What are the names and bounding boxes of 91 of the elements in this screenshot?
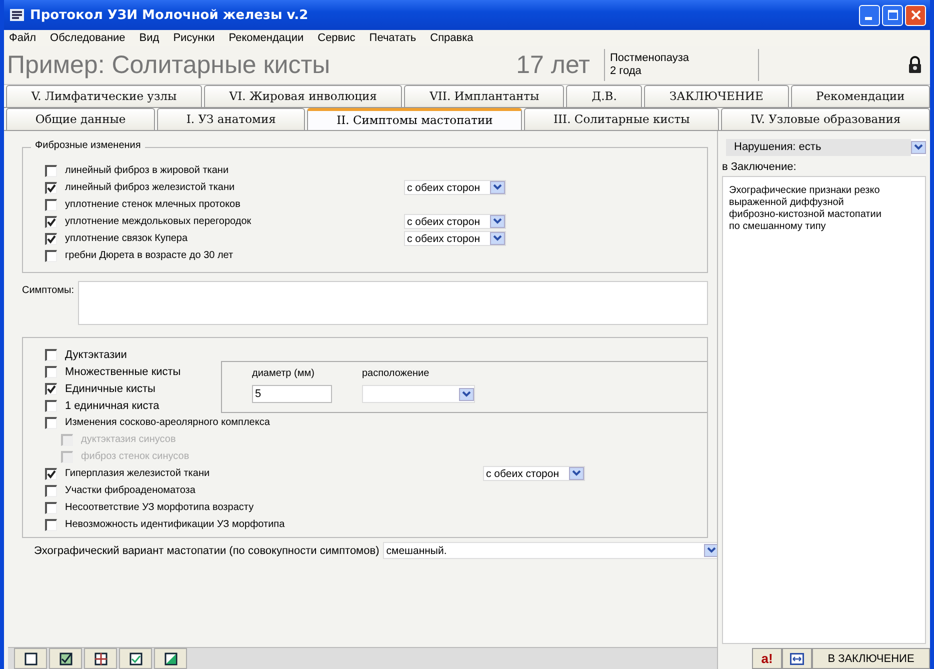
menu-item[interactable]: Файл [6,32,48,44]
window-title: Протокол УЗИ Молочной железы v.2 [30,8,310,22]
checkbox-label[interactable]: Гиперплазия железистой ткани [65,468,385,479]
window-icon [10,9,24,21]
checkbox[interactable] [45,382,57,394]
tab[interactable]: V. Лимфатические узлы [6,85,202,107]
menopause-status: Постменопауза [610,52,690,65]
caret-icon[interactable] [704,544,719,557]
maximize-button[interactable] [882,4,903,26]
symptoms-label: Симптомы: [22,284,75,298]
checked-box-icon[interactable] [119,648,152,669]
checkbox-label[interactable]: Изменения сосково-ареолярного комплекса [65,417,385,428]
checkbox[interactable] [45,348,57,360]
checkbox[interactable] [45,468,57,480]
conclusion-field[interactable]: Эхографические признаки резко выраженной диффузной фиброзно-кистозной мастопатии по смешанному типу [722,176,926,644]
grid-icon[interactable] [84,648,117,669]
tab[interactable]: Д.В. [566,85,642,107]
close-icon [910,10,920,20]
checkbox-label[interactable]: Участки фиброаденоматоза [65,485,385,496]
checkbox[interactable] [45,484,57,496]
checkbox-label[interactable]: Дуктэктазии [65,348,127,360]
minimize-button[interactable] [859,4,880,26]
mark-button[interactable]: a! [752,648,782,669]
menu-item[interactable]: Рисунки [170,32,226,44]
diameter-field[interactable]: 5 [252,385,332,403]
checkbox-label[interactable]: линейный фиброз в жировой ткани [65,165,385,176]
checkbox[interactable] [45,416,57,428]
checkbox[interactable] [45,502,57,514]
menu-item[interactable]: Справка [427,32,484,44]
checkbox-label[interactable]: линейный фиброз железистой ткани [65,182,385,193]
group-legend: Фиброзные изменения [31,140,145,151]
menu-item[interactable]: Обследование [47,32,136,44]
checkbox[interactable] [45,400,57,412]
tab[interactable]: I. УЗ анатомия [157,108,306,130]
checkbox-label[interactable]: уплотнение стенок млечных протоков [65,199,385,210]
caret-icon[interactable] [569,467,584,480]
tab[interactable]: ЗАКЛЮЧЕНИЕ [644,85,789,107]
checkbox[interactable] [45,198,57,210]
apply-button[interactable]: В ЗАКЛЮЧЕНИЕ [812,648,930,669]
lock-icon[interactable] [908,56,922,74]
checkbox-label[interactable]: уплотнение междольковых перегородок [65,216,385,227]
menu-item[interactable]: Сервис [314,32,366,44]
checkbox-label[interactable]: Невозможность идентификации УЗ морфотипа [65,519,385,530]
checkbox[interactable] [45,518,57,530]
checkbox-label[interactable]: Несоответствие УЗ морфотипа возрасту [65,502,385,513]
half-filled-box-icon[interactable] [154,648,187,669]
variant-dropdown[interactable]: смешанный. [383,542,720,559]
checkbox[interactable] [45,164,57,176]
menu-item[interactable]: Рекомендации [226,32,315,44]
diameter-label: диаметр (мм) [252,368,316,379]
tab[interactable]: III. Солитарные кисты [524,108,720,130]
tab[interactable]: IV. Узловые образования [721,108,930,130]
variant-label: Эхографический вариант мастопатии (по совокупности симптомов) [34,544,380,556]
checkbox[interactable] [45,182,57,194]
tab[interactable]: VII. Имплантанты [404,85,564,107]
checkbox-label[interactable]: Множественные кисты [65,366,181,378]
patient-age: 17 лет [515,50,591,80]
side-dropdown[interactable]: с обеих сторон [404,231,506,246]
maximize-icon [888,10,898,20]
patient-name: Пример: Солитарные кисты [6,50,332,80]
checkbox[interactable] [45,232,57,244]
caret-icon[interactable] [911,141,926,154]
conclusion-label: в Заключение: [722,161,798,173]
tab[interactable]: II. Симптомы мастопатии [307,108,522,130]
menu-item[interactable]: Печатать [366,32,428,44]
caret-icon[interactable] [490,215,505,228]
checkbox-label[interactable]: гребни Дюрета в возрасте до 30 лет [65,250,385,261]
symptoms-field[interactable] [78,281,708,325]
checkbox-label[interactable]: 1 единичная киста [65,400,160,412]
tab[interactable]: Рекомендации [790,85,930,107]
location-label: расположение [362,368,430,379]
tab[interactable]: VI. Жировая инволюция [204,85,402,107]
side-dropdown[interactable]: с обеих сторон [483,466,585,481]
checkbox-label[interactable]: уплотнение связок Купера [65,233,385,244]
violations-dropdown[interactable]: Нарушения: есть [726,139,926,156]
tab[interactable]: Общие данные [6,108,156,130]
close-button[interactable] [905,4,926,26]
caret-icon[interactable] [490,232,505,245]
menu-item[interactable]: Вид [136,32,170,44]
caret-icon[interactable] [459,388,474,400]
menopause-status: 2 года [610,65,642,78]
checked-box-icon[interactable] [49,648,82,669]
caret-icon[interactable] [490,181,505,194]
expand-icon[interactable] [782,648,812,669]
checkbox[interactable] [45,250,57,262]
side-dropdown[interactable]: с обеих сторон [404,180,506,195]
checkbox[interactable] [45,366,57,378]
side-dropdown[interactable]: с обеих сторон [404,214,506,229]
minimize-icon [865,16,872,20]
checkbox[interactable] [45,216,57,228]
checkbox-label[interactable]: Единичные кисты [65,382,156,394]
